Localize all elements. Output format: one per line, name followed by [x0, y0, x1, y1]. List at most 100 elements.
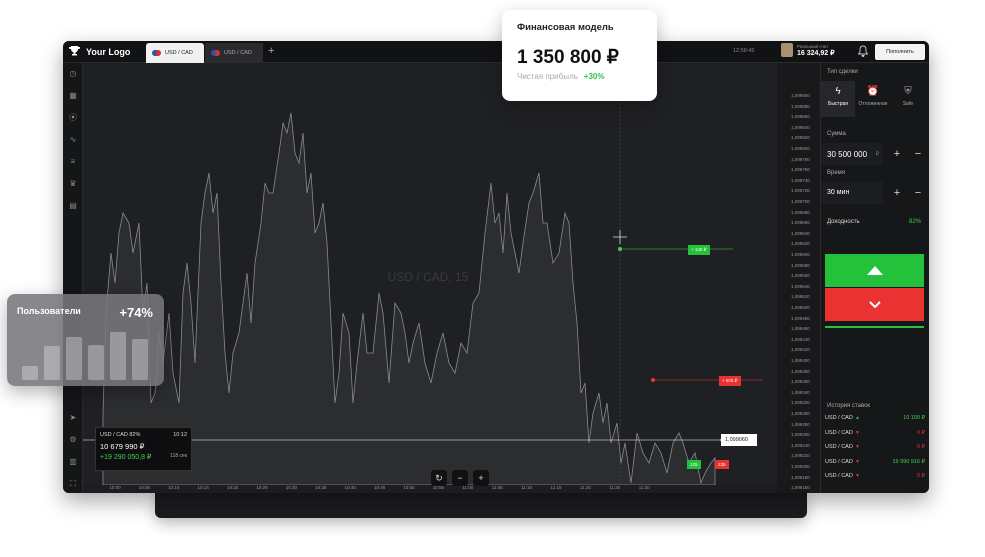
- x-axis: 10:00 10:05 10:10 10:15 10:20 10:25 10:30 10:35…: [83, 485, 777, 493]
- top-bar: Your Logo USD / CAD USD / CAD + 12:58:45…: [63, 41, 929, 63]
- x-tick-label: 10:50: [403, 485, 415, 490]
- history-row[interactable]: USD / CAD ▼ 0 ₽: [825, 430, 925, 442]
- time-decrease-button[interactable]: −: [909, 184, 927, 202]
- ticker-seconds: 118 сек: [170, 453, 187, 459]
- zoom-out-button[interactable]: −: [452, 470, 468, 486]
- y-tick-label: 1,099600: [791, 252, 810, 257]
- tab-usd-cad-2[interactable]: USD / CAD: [205, 43, 263, 63]
- price-area: [102, 112, 716, 485]
- arrow-up-icon: [866, 266, 883, 275]
- y-tick-label: 1,099240: [791, 442, 810, 448]
- users-card: Пользователи +74%: [7, 294, 164, 386]
- x-tick-label: 10:20: [226, 485, 239, 490]
- x-tick-label: 11:00: [462, 485, 474, 490]
- y-tick-label: 1,099340: [791, 389, 810, 395]
- ticker-time: 10:12: [173, 432, 187, 438]
- y-tick-label: 1,099620: [791, 241, 810, 247]
- zoom-in-button[interactable]: +: [473, 470, 489, 486]
- history-amount: 0 ₽: [916, 444, 925, 450]
- arrow-down-icon: ▼: [855, 458, 860, 465]
- gear-icon[interactable]: ⚙: [68, 435, 78, 445]
- yield-label: Доходность: [827, 219, 860, 225]
- call-up-button[interactable]: [825, 254, 924, 287]
- amount-decrease-button[interactable]: −: [909, 145, 927, 163]
- signal-icon[interactable]: ⦿: [68, 113, 78, 123]
- history-pair: USD / CAD: [825, 415, 853, 421]
- tab-label: USD / CAD: [165, 50, 193, 56]
- history-pair: USD / CAD: [825, 444, 853, 450]
- active-deal-ticker[interactable]: USD / CAD 82% 10:12 10 679 990 ₽ +19 290 …: [95, 427, 192, 471]
- y-tick-label: 1,099740: [791, 177, 810, 183]
- deal-type-safe[interactable]: ⛨ Safe: [891, 81, 925, 117]
- y-tick-label: 1,099860: [791, 114, 810, 120]
- deal-type-pending[interactable]: ⏰ Отложенная: [856, 81, 890, 117]
- history-amount: 0 ₽: [916, 429, 925, 436]
- users-bar: [22, 366, 38, 380]
- logo-text: Your Logo: [86, 47, 131, 57]
- history-row[interactable]: USD / CAD ▼ 0 ₽: [825, 473, 925, 485]
- amount-increase-button[interactable]: +: [888, 145, 906, 163]
- x-tick-label: 10:40: [344, 485, 356, 490]
- history-row[interactable]: USD / CAD ▼ 0 ₽: [825, 444, 925, 456]
- red-order-dot: [651, 378, 655, 382]
- y-tick-label: 1,099480: [791, 315, 810, 321]
- y-tick-label: 1,099720: [791, 188, 810, 194]
- trophy-icon[interactable]: ♛: [68, 179, 78, 189]
- history-row[interactable]: USD / CAD ▼ 19 990 916 ₽: [825, 459, 925, 471]
- y-tick-label: 1,099320: [791, 400, 810, 406]
- bell-icon[interactable]: [857, 45, 869, 57]
- put-down-button[interactable]: [825, 288, 924, 321]
- y-tick-label: 1,099900: [791, 93, 810, 98]
- amount-field[interactable]: 30 500 000 ₽: [821, 143, 883, 165]
- history-pair: USD / CAD: [825, 458, 853, 465]
- green-order-dot: [618, 247, 622, 251]
- reset-zoom-button[interactable]: ↻: [431, 470, 447, 486]
- y-tick-label: 1,099640: [791, 230, 810, 236]
- y-tick-label: 1,099440: [791, 336, 810, 342]
- y-tick-label: 1,099760: [791, 167, 810, 173]
- time-increase-button[interactable]: +: [888, 184, 906, 202]
- x-tick-label: 11:25: [609, 485, 621, 490]
- red-order-tag[interactable]: + 500 ₽: [719, 376, 741, 386]
- send-icon[interactable]: ➤: [68, 413, 78, 423]
- usd-flag-icon: [152, 50, 161, 56]
- history-amount: 19 990 916 ₽: [892, 458, 925, 465]
- history-amount: 10 100 ₽: [903, 415, 925, 421]
- deal-panel: Тип сделки ϟ Быстрая ⏰ Отложенная ⛨ Safe Су…: [820, 63, 929, 493]
- current-price-label: 1,099060: [721, 434, 757, 446]
- calendar-icon[interactable]: ▦: [68, 91, 78, 101]
- clock-icon[interactable]: ◷: [68, 69, 78, 79]
- time-field[interactable]: 30 мин: [821, 182, 883, 204]
- fullscreen-icon[interactable]: ⛶: [68, 479, 78, 489]
- arrow-down-icon: ▼: [855, 473, 860, 479]
- add-tab-button[interactable]: +: [268, 45, 274, 57]
- topup-button[interactable]: Пополнить: [875, 44, 925, 60]
- x-tick-label: 11:20: [579, 485, 591, 490]
- account-selector[interactable]: Реальный счет 16 324,92 ₽: [781, 43, 835, 57]
- green-order-tag[interactable]: + 130 ₽: [688, 245, 710, 255]
- logo[interactable]: Your Logo: [69, 46, 130, 58]
- clipboard-icon[interactable]: ▤: [68, 201, 78, 211]
- finance-card-sub: Чистая прибыль: [517, 72, 578, 81]
- ticker-profit: +19 290 050,8 ₽: [100, 454, 152, 461]
- x-tick-label: 10:35: [315, 485, 327, 490]
- x-tick-label: 10:25: [256, 485, 268, 490]
- y-tick-label: 1,099580: [791, 262, 810, 268]
- sliders-icon[interactable]: ≡: [68, 157, 78, 167]
- chart-watermark: USD / CAD, 15: [388, 270, 469, 284]
- x-tick-label: 10:55: [432, 485, 445, 490]
- y-tick-label: 1,099780: [791, 156, 810, 162]
- usd-flag-icon: [211, 50, 220, 56]
- deal-type-fast[interactable]: ϟ Быстрая: [821, 81, 855, 117]
- y-tick-label: 1,099660: [791, 220, 810, 226]
- y-tick-label: 1,099560: [791, 273, 810, 279]
- avatar: [781, 43, 793, 57]
- finance-card-value: 1 350 800 ₽: [517, 47, 619, 68]
- trash-icon[interactable]: ▥: [68, 457, 78, 467]
- arrow-up-icon: ▲: [855, 415, 860, 421]
- pulse-icon[interactable]: ∿: [68, 135, 78, 145]
- history-row[interactable]: USD / CAD ▲ 10 100 ₽: [825, 415, 925, 427]
- price-chart[interactable]: USD / CAD, 15 + 130 ₽ + 500 ₽ 125 235 ↻ …: [83, 63, 777, 486]
- lightning-icon: ϟ: [835, 86, 841, 97]
- tab-usd-cad-1[interactable]: USD / CAD: [146, 43, 204, 63]
